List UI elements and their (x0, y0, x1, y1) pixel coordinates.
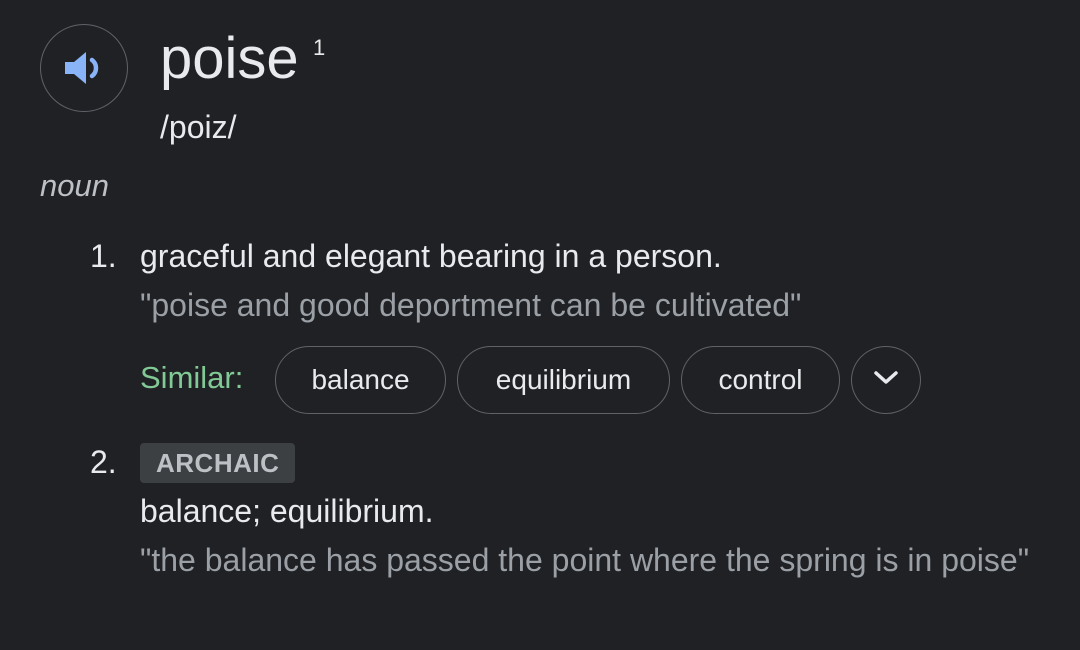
similar-chip-control[interactable]: control (681, 346, 840, 414)
entry-superscript: 1 (313, 35, 326, 60)
chevron-down-icon (873, 370, 899, 391)
phonetic-transcription: /poiz/ (160, 109, 237, 145)
sense-definition: balance; equilibrium. (140, 493, 434, 529)
part-of-speech: noun (40, 168, 109, 203)
similar-chip-balance[interactable]: balance (275, 346, 446, 414)
sense-example: "poise and good deportment can be cultiv… (140, 287, 802, 323)
usage-tag: ARCHAIC (140, 443, 296, 483)
sense-number: 2. (90, 444, 117, 480)
sense-number: 1. (90, 238, 117, 274)
similar-label: Similar: (140, 360, 244, 395)
similar-chip-equilibrium[interactable]: equilibrium (457, 346, 670, 414)
sense-definition: graceful and elegant bearing in a person… (140, 238, 722, 274)
speaker-icon (62, 48, 106, 88)
sense-example: "the balance has passed the point where … (140, 542, 1030, 578)
entry-word: poise (160, 26, 299, 91)
pronunciation-audio-button[interactable] (40, 24, 128, 112)
show-more-similar-button[interactable] (851, 346, 921, 414)
